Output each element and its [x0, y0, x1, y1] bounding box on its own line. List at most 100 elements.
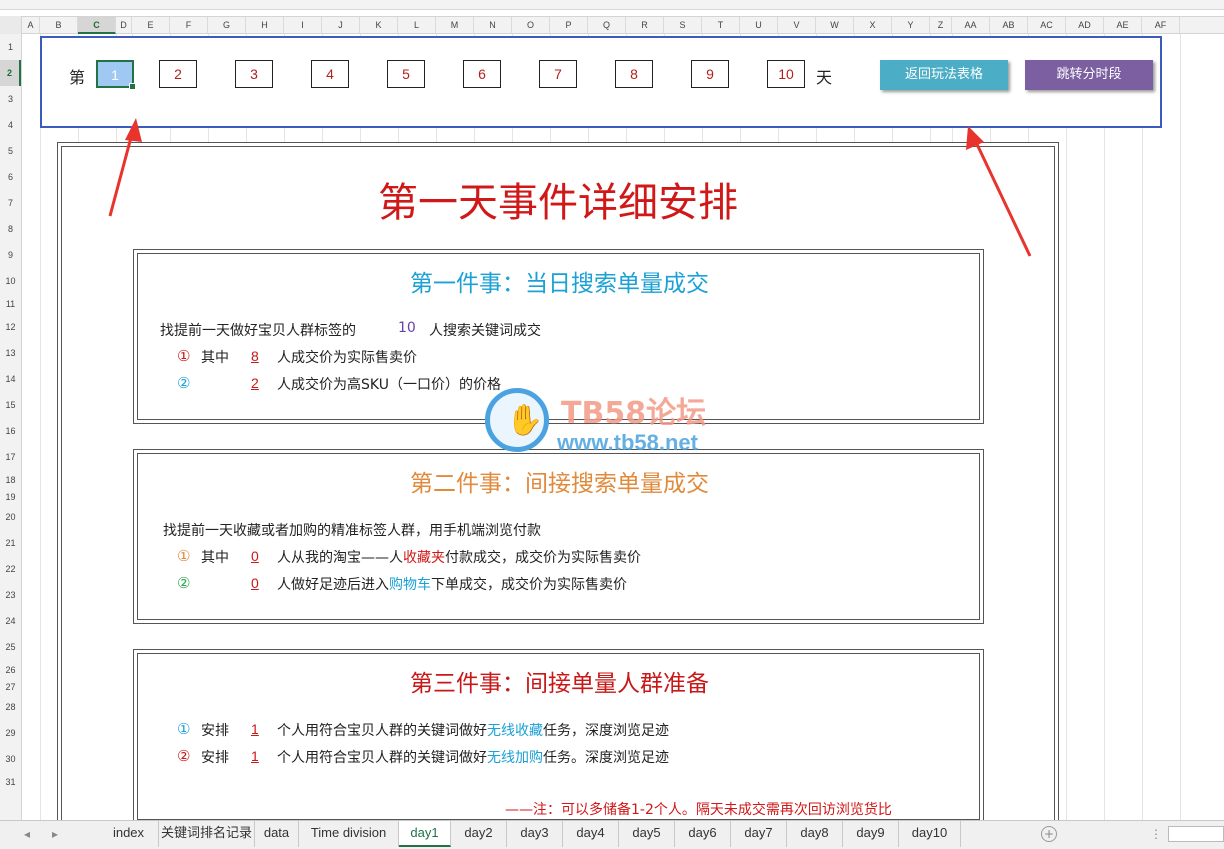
row-header-1[interactable]: 1	[0, 34, 21, 60]
column-header-AD[interactable]: AD	[1066, 17, 1104, 34]
row-header-25[interactable]: 25	[0, 634, 21, 660]
column-header-F[interactable]: F	[170, 17, 208, 34]
column-header-AF[interactable]: AF	[1142, 17, 1180, 34]
column-header-AA[interactable]: AA	[952, 17, 990, 34]
day-cell-5[interactable]: 5	[387, 60, 425, 88]
day-cell-2[interactable]: 2	[159, 60, 197, 88]
tab-scroll-left-icon[interactable]: ◂	[24, 827, 30, 841]
day-cell-7[interactable]: 7	[539, 60, 577, 88]
wireless-favorite-highlight: 无线收藏	[487, 723, 543, 739]
column-header-Y[interactable]: Y	[892, 17, 930, 34]
row-header-17[interactable]: 17	[0, 444, 21, 470]
column-header-K[interactable]: K	[360, 17, 398, 34]
row-header-30[interactable]: 30	[0, 746, 21, 772]
day-cell-10[interactable]: 10	[767, 60, 805, 88]
row-header-20[interactable]: 20	[0, 504, 21, 530]
column-header-AC[interactable]: AC	[1028, 17, 1066, 34]
sheet-tab-day6[interactable]: day6	[675, 821, 731, 847]
column-header-N[interactable]: N	[474, 17, 512, 34]
sheet-tab-data[interactable]: data	[255, 821, 299, 847]
column-header-B[interactable]: B	[40, 17, 78, 34]
column-header-U[interactable]: U	[740, 17, 778, 34]
row-header-21[interactable]: 21	[0, 530, 21, 556]
section-2-item-2-count[interactable]: 0	[251, 575, 259, 591]
sheet-tab-day10[interactable]: day10	[899, 821, 961, 847]
column-header-A[interactable]: A	[22, 17, 40, 34]
sheet-tab-day5[interactable]: day5	[619, 821, 675, 847]
sheet-tab-day7[interactable]: day7	[731, 821, 787, 847]
row-header-4[interactable]: 4	[0, 112, 21, 138]
jump-time-period-button[interactable]: 跳转分时段	[1025, 60, 1153, 90]
column-header-V[interactable]: V	[778, 17, 816, 34]
row-header-28[interactable]: 28	[0, 694, 21, 720]
day-cell-8[interactable]: 8	[615, 60, 653, 88]
row-header-15[interactable]: 15	[0, 392, 21, 418]
column-header-X[interactable]: X	[854, 17, 892, 34]
select-all-corner[interactable]	[0, 16, 22, 34]
column-header-D[interactable]: D	[116, 17, 132, 34]
column-header-Z[interactable]: Z	[930, 17, 952, 34]
row-header-12[interactable]: 12	[0, 314, 21, 340]
column-header-J[interactable]: J	[322, 17, 360, 34]
row-header-5[interactable]: 5	[0, 138, 21, 164]
column-header-AB[interactable]: AB	[990, 17, 1028, 34]
column-header-M[interactable]: M	[436, 17, 474, 34]
sheet-tab-day2[interactable]: day2	[451, 821, 507, 847]
row-header-2[interactable]: 2	[0, 60, 21, 86]
horizontal-scrollbar[interactable]	[1168, 826, 1224, 842]
more-options-icon[interactable]: ⋮	[1150, 827, 1162, 841]
sheet-tab-day8[interactable]: day8	[787, 821, 843, 847]
day-cell-6[interactable]: 6	[463, 60, 501, 88]
section-1-title: 第一件事：当日搜索单量成交	[410, 271, 709, 297]
row-header-18[interactable]: 18	[0, 470, 21, 490]
section-3-item-1-count[interactable]: 1	[251, 721, 259, 737]
row-header-3[interactable]: 3	[0, 86, 21, 112]
column-header-P[interactable]: P	[550, 17, 588, 34]
row-header-29[interactable]: 29	[0, 720, 21, 746]
column-header-C[interactable]: C	[78, 17, 116, 34]
section-2-item-1-count[interactable]: 0	[251, 548, 259, 564]
sheet-tab-day9[interactable]: day9	[843, 821, 899, 847]
row-header-9[interactable]: 9	[0, 242, 21, 268]
sheet-tab-day1[interactable]: day1	[399, 821, 451, 847]
section-3-item-2-count[interactable]: 1	[251, 748, 259, 764]
row-header-26[interactable]: 26	[0, 660, 21, 680]
row-header-19[interactable]: 19	[0, 490, 21, 504]
tab-scroll-right-icon[interactable]: ▸	[52, 827, 58, 841]
column-header-I[interactable]: I	[284, 17, 322, 34]
row-header-24[interactable]: 24	[0, 608, 21, 634]
day-cell-3[interactable]: 3	[235, 60, 273, 88]
column-header-H[interactable]: H	[246, 17, 284, 34]
column-header-O[interactable]: O	[512, 17, 550, 34]
sheet-tab-time-division[interactable]: Time division	[299, 821, 399, 847]
row-header-27[interactable]: 27	[0, 680, 21, 694]
day-cell-4[interactable]: 4	[311, 60, 349, 88]
column-header-AE[interactable]: AE	[1104, 17, 1142, 34]
section-1-item-1-count[interactable]: 8	[251, 348, 259, 364]
column-header-R[interactable]: R	[626, 17, 664, 34]
row-header-10[interactable]: 10	[0, 268, 21, 294]
sheet-tab-day3[interactable]: day3	[507, 821, 563, 847]
row-header-22[interactable]: 22	[0, 556, 21, 582]
sheet-tab-关键词排名记录[interactable]: 关键词排名记录	[159, 821, 255, 847]
sheet-tab-index[interactable]: index	[99, 821, 159, 847]
column-header-G[interactable]: G	[208, 17, 246, 34]
section-1-item-2-count[interactable]: 2	[251, 375, 259, 391]
column-header-S[interactable]: S	[664, 17, 702, 34]
row-header-13[interactable]: 13	[0, 340, 21, 366]
row-header-11[interactable]: 11	[0, 294, 21, 314]
column-header-T[interactable]: T	[702, 17, 740, 34]
day-cell-9[interactable]: 9	[691, 60, 729, 88]
add-sheet-icon[interactable]: +	[1041, 826, 1057, 842]
sheet-tab-day4[interactable]: day4	[563, 821, 619, 847]
column-header-W[interactable]: W	[816, 17, 854, 34]
day-cell-1[interactable]: 1	[96, 60, 136, 90]
row-header-23[interactable]: 23	[0, 582, 21, 608]
row-header-31[interactable]: 31	[0, 772, 21, 792]
column-header-L[interactable]: L	[398, 17, 436, 34]
row-header-16[interactable]: 16	[0, 418, 21, 444]
column-header-Q[interactable]: Q	[588, 17, 626, 34]
back-to-table-button[interactable]: 返回玩法表格	[880, 60, 1008, 90]
column-header-E[interactable]: E	[132, 17, 170, 34]
row-header-14[interactable]: 14	[0, 366, 21, 392]
